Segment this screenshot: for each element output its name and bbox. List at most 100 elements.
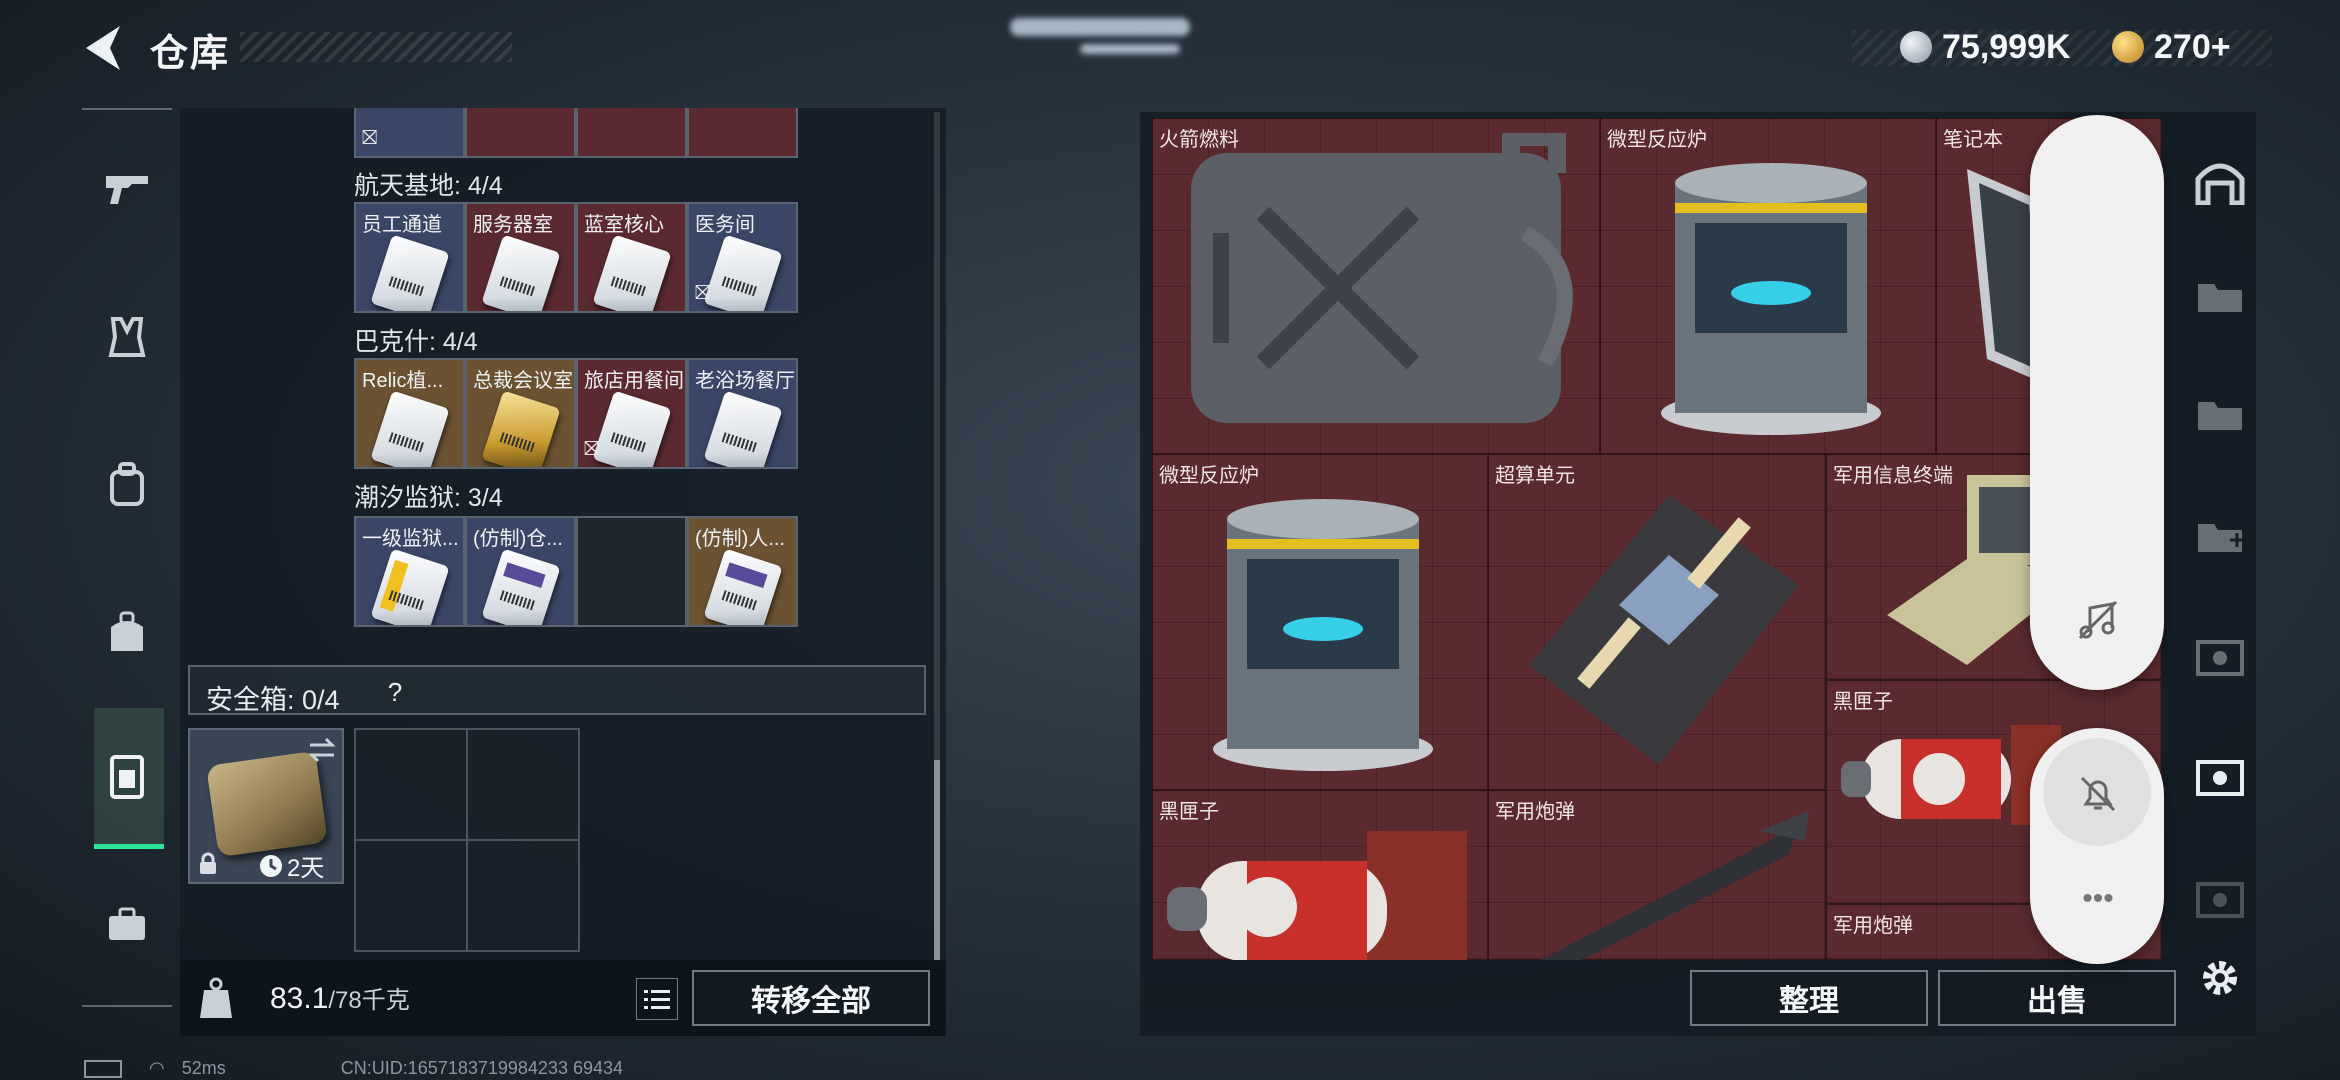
warehouse-icon bbox=[2195, 163, 2245, 205]
keycard-name: (仿制)人... bbox=[695, 528, 785, 550]
rnav-folder-add[interactable] bbox=[2184, 498, 2256, 570]
keycard-slot[interactable]: (仿制)仓... bbox=[465, 516, 576, 627]
nav-bag[interactable] bbox=[92, 598, 162, 668]
settings-button[interactable] bbox=[2184, 942, 2256, 1014]
gun-icon bbox=[106, 176, 148, 204]
keycard-slot[interactable]: 旅店用餐间 ⛝ bbox=[576, 358, 687, 469]
nav-backpack[interactable] bbox=[92, 450, 162, 520]
keycard-name: 员工通道 bbox=[362, 214, 442, 236]
fuel-canister-image bbox=[1191, 133, 1573, 423]
ping-text: 52ms bbox=[181, 1058, 226, 1078]
item-micro-reactor[interactable]: 微型反应炉 bbox=[1600, 118, 1936, 454]
item-supercomputer-unit[interactable]: 超算单元 bbox=[1488, 454, 1826, 790]
silver-currency[interactable]: 75,999K bbox=[1900, 28, 2071, 66]
sell-button[interactable]: 出售 bbox=[1938, 970, 2176, 1026]
rnav-folder-4[interactable] bbox=[2184, 258, 2256, 330]
shell-image bbox=[1540, 811, 1809, 960]
group-title: 巴克什: 4/4 bbox=[354, 328, 478, 356]
keycard-image bbox=[703, 390, 783, 467]
case-timer: 2天 bbox=[258, 848, 324, 883]
keycard-image bbox=[592, 390, 672, 467]
more-options-button[interactable]: ••• bbox=[2074, 884, 2122, 914]
weight-value: 83.1 bbox=[270, 982, 329, 1015]
lock-icon bbox=[200, 852, 216, 874]
keycard-name: 旅店用餐间 bbox=[584, 370, 684, 392]
item-name: 军用炮弹 bbox=[1833, 915, 1913, 937]
group-title: 航天基地: 4/4 bbox=[354, 172, 503, 200]
storage-grid[interactable]: 火箭燃料 微型反应炉 笔记本 微型反应炉 超算单元 军用信息终端 黑匣子 军用炮… bbox=[1152, 118, 2162, 960]
keycard-slot[interactable]: 员工通道 bbox=[354, 202, 465, 313]
reactor-image bbox=[1213, 499, 1433, 771]
keycard-row-partial: ⛝ bbox=[354, 108, 804, 158]
group-title: 潮汐监狱: 3/4 bbox=[354, 484, 503, 512]
keycard-slot[interactable]: 服务器室 bbox=[465, 202, 576, 313]
safe-box-label: 安全箱: 0/4 bbox=[206, 685, 340, 715]
list-view-button[interactable] bbox=[636, 978, 678, 1020]
rnav-folder-4b[interactable] bbox=[2184, 376, 2256, 448]
keycard-slot[interactable]: ⛝ bbox=[354, 108, 465, 158]
keycard-slot[interactable]: 蓝室核心 bbox=[576, 202, 687, 313]
gold-coin-icon bbox=[2112, 31, 2144, 63]
nav-locker[interactable] bbox=[92, 742, 162, 812]
keycard-slot[interactable]: 总裁会议室 bbox=[465, 358, 576, 469]
keycard-row: Relic植... 总裁会议室 旅店用餐间 ⛝ 老浴场餐厅 bbox=[354, 358, 798, 469]
rnav-safe-locked[interactable] bbox=[2184, 862, 2256, 934]
keycard-image bbox=[481, 548, 561, 625]
reactor-image bbox=[1661, 163, 1881, 435]
status-bar: ◠ 52ms CN:UID:1657183719984233 69434 bbox=[84, 1058, 623, 1079]
swap-icon[interactable] bbox=[306, 736, 338, 764]
back-button[interactable] bbox=[80, 22, 126, 74]
keycard-slot[interactable]: (仿制)人... bbox=[687, 516, 798, 627]
bag-icon bbox=[111, 611, 143, 651]
keycard-slot[interactable] bbox=[576, 108, 687, 158]
item-military-shell[interactable]: 军用炮弹 bbox=[1488, 790, 1826, 960]
nav-weapons[interactable] bbox=[92, 155, 162, 225]
ceiling-light bbox=[1080, 44, 1180, 54]
no-link-icon: ⛝ bbox=[695, 282, 711, 304]
gold-currency[interactable]: 270+ bbox=[2112, 27, 2231, 66]
scrollbar-thumb[interactable] bbox=[934, 760, 940, 960]
sort-button[interactable]: 整理 bbox=[1690, 970, 1928, 1026]
folder-icon bbox=[2198, 402, 2242, 430]
wifi-icon: ◠ bbox=[149, 1058, 165, 1078]
keycard-slot[interactable]: Relic植... bbox=[354, 358, 465, 469]
secure-case-slot[interactable]: 2天 bbox=[188, 728, 344, 884]
keycard-slot[interactable]: 老浴场餐厅 bbox=[687, 358, 798, 469]
music-off-button[interactable] bbox=[2076, 598, 2120, 642]
keycard-slot[interactable]: 一级监狱... bbox=[354, 516, 465, 627]
black-box-image bbox=[1167, 831, 1467, 960]
keycard-image bbox=[481, 390, 561, 467]
item-name: 超算单元 bbox=[1495, 465, 1575, 487]
secure-case-image bbox=[206, 750, 328, 858]
keycard-name: 老浴场餐厅 bbox=[695, 370, 795, 392]
nav-briefcase[interactable] bbox=[92, 890, 162, 960]
keycard-image bbox=[592, 234, 672, 311]
safe-box-grid[interactable] bbox=[354, 728, 580, 952]
nav-armor[interactable] bbox=[92, 302, 162, 372]
keycard-slot[interactable] bbox=[465, 108, 576, 158]
rnav-safe[interactable] bbox=[2184, 620, 2256, 692]
transfer-all-button[interactable]: 转移全部 bbox=[692, 970, 930, 1026]
help-icon[interactable]: ? bbox=[378, 675, 412, 709]
weight-icon bbox=[196, 976, 236, 1020]
keycard-image bbox=[370, 548, 450, 625]
keycard-slot[interactable] bbox=[687, 108, 798, 158]
item-black-box[interactable]: 黑匣子 bbox=[1152, 790, 1488, 960]
item-rocket-fuel[interactable]: 火箭燃料 bbox=[1152, 118, 1600, 454]
keycard-row: 员工通道 服务器室 蓝室核心 医务间 ⛝ bbox=[354, 202, 798, 313]
keycard-row: 一级监狱... (仿制)仓... (仿制)人... bbox=[354, 516, 798, 627]
keycard-image bbox=[703, 234, 783, 311]
ceiling-light bbox=[1010, 18, 1190, 36]
keycard-slot-empty[interactable] bbox=[576, 516, 687, 627]
rnav-storage[interactable] bbox=[2184, 146, 2256, 218]
rnav-safe-active[interactable] bbox=[2184, 740, 2256, 812]
gold-amount: 270+ bbox=[2154, 27, 2231, 66]
gear-icon bbox=[2203, 961, 2237, 995]
briefcase-icon bbox=[109, 907, 145, 940]
item-micro-reactor[interactable]: 微型反应炉 bbox=[1152, 454, 1488, 790]
keycard-name: Relic植... bbox=[362, 370, 444, 392]
keycard-slot[interactable]: 医务间 ⛝ bbox=[687, 202, 798, 313]
silver-coin-icon bbox=[1900, 31, 1932, 63]
keycard-name: (仿制)仓... bbox=[473, 528, 563, 550]
nav-divider bbox=[82, 1005, 172, 1007]
